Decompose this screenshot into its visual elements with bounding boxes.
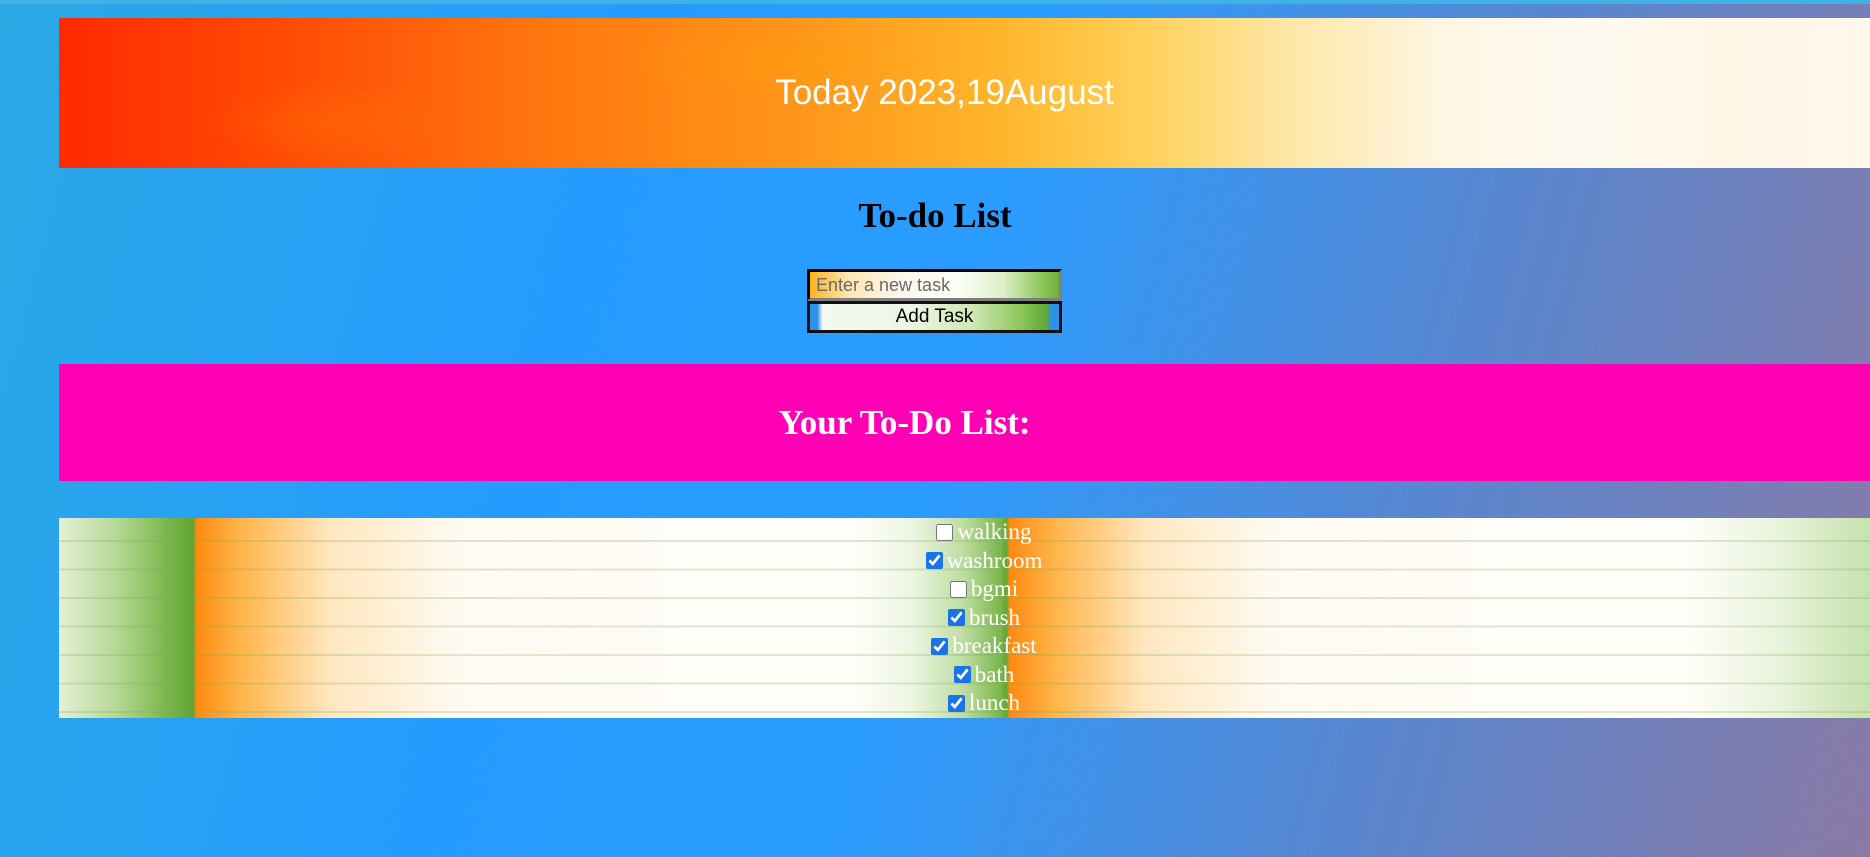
task-label: breakfast [952,633,1037,659]
task-label: lunch [968,690,1021,716]
top-strip [0,0,1870,4]
list-banner: Your To-Do List: [59,364,1870,481]
task-item: bgmi [49,575,1870,604]
task-item: lunch [49,689,1870,718]
task-item: breakfast [49,632,1870,661]
task-label: washroom [946,547,1043,573]
task-label: bath [974,661,1015,687]
task-item: walking [49,518,1870,547]
add-task-form: Add Task [807,269,1062,333]
task-checkbox-brush[interactable] [947,609,965,627]
task-item: brush [49,604,1870,633]
task-checkbox-lunch[interactable] [947,694,965,712]
tasks-area: walking washroom bgmi brush breakfast ba… [59,518,1870,718]
task-checkbox-breakfast[interactable] [931,637,949,655]
task-label: bgmi [970,576,1019,602]
task-label: walking [957,519,1032,545]
task-list: walking washroom bgmi brush breakfast ba… [0,518,1870,718]
task-label: brush [968,604,1021,630]
page-title: To-do List [858,196,1012,235]
task-item: washroom [49,547,1870,576]
task-input[interactable] [807,269,1062,301]
add-task-button[interactable]: Add Task [807,301,1062,333]
task-checkbox-walking[interactable] [936,523,954,541]
task-checkbox-washroom[interactable] [925,552,943,570]
date-banner: Today 2023,19August [59,18,1870,168]
task-item: bath [49,661,1870,690]
task-checkbox-bath[interactable] [953,666,971,684]
date-text: Today 2023,19August [775,73,1114,112]
task-checkbox-bgmi[interactable] [949,580,967,598]
list-heading: Your To-Do List: [778,402,1031,442]
